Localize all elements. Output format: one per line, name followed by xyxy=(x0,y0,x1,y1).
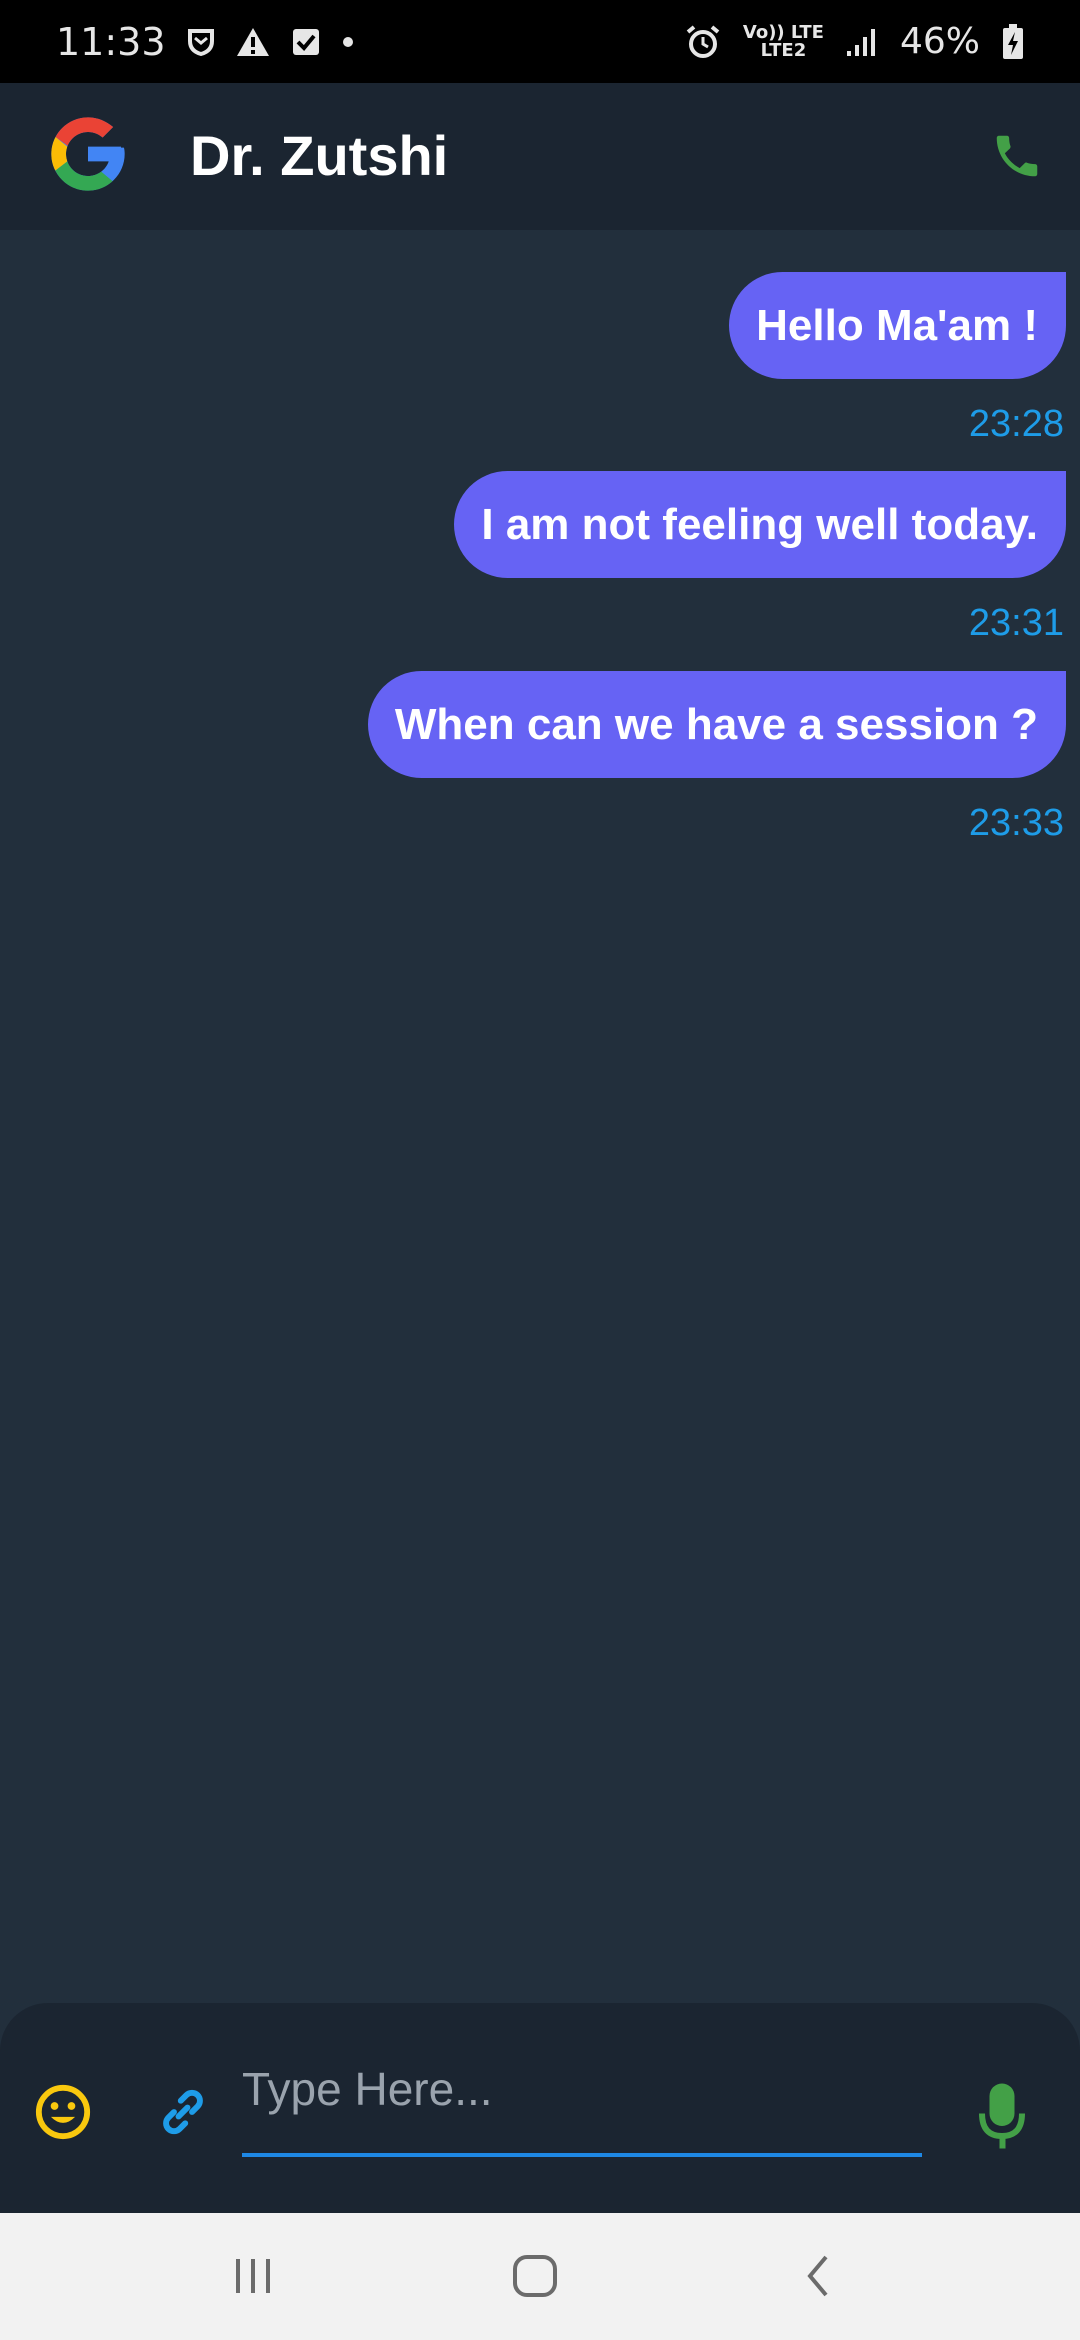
home-icon[interactable] xyxy=(512,2253,558,2299)
battery-charging-icon xyxy=(1003,23,1023,59)
back-icon[interactable] xyxy=(800,2253,836,2299)
dot-icon xyxy=(342,36,353,47)
network-icon: Vo)) LTE LTE2 xyxy=(742,21,824,61)
google-logo-icon xyxy=(51,117,125,191)
message-input[interactable] xyxy=(242,2043,922,2157)
status-time: 11:33 xyxy=(56,19,166,64)
message-timestamp: 23:31 xyxy=(968,602,1064,644)
message-bubble[interactable]: Hello Ma'am ! xyxy=(729,272,1066,379)
warning-icon xyxy=(236,27,269,56)
message-item: When can we have a session ? 23:33 xyxy=(367,671,1066,845)
status-right: Vo)) LTE LTE2 46% xyxy=(685,21,1024,62)
message-bubble[interactable]: When can we have a session ? xyxy=(367,671,1066,778)
alarm-icon xyxy=(686,24,720,58)
shield-icon xyxy=(187,28,214,56)
composer-bar xyxy=(0,2003,1080,2213)
message-timestamp: 23:33 xyxy=(968,802,1064,844)
phone-icon[interactable] xyxy=(990,127,1044,185)
emoji-icon[interactable] xyxy=(34,2083,92,2141)
status-left: 11:33 xyxy=(56,20,354,64)
app-header: Dr. Zutshi xyxy=(0,83,1080,230)
message-item: I am not feeling well today. 23:31 xyxy=(454,471,1066,645)
status-bar: 11:33 Vo)) LTE LTE2 46% xyxy=(0,0,1080,83)
battery-percent: 46% xyxy=(899,21,980,62)
network-top-label: Vo)) LTE xyxy=(742,21,824,43)
message-bubble[interactable]: I am not feeling well today. xyxy=(454,471,1066,578)
system-nav-bar xyxy=(0,2213,1080,2340)
mic-icon[interactable] xyxy=(976,2081,1028,2151)
recents-icon[interactable] xyxy=(233,2253,273,2299)
message-timestamp: 23:28 xyxy=(968,403,1064,445)
contact-name: Dr. Zutshi xyxy=(190,124,449,187)
checkbox-icon xyxy=(292,28,319,55)
network-bottom-label: LTE2 xyxy=(760,39,807,61)
message-item: Hello Ma'am ! 23:28 xyxy=(729,272,1066,446)
link-icon[interactable] xyxy=(156,2085,210,2139)
signal-icon xyxy=(846,28,875,56)
